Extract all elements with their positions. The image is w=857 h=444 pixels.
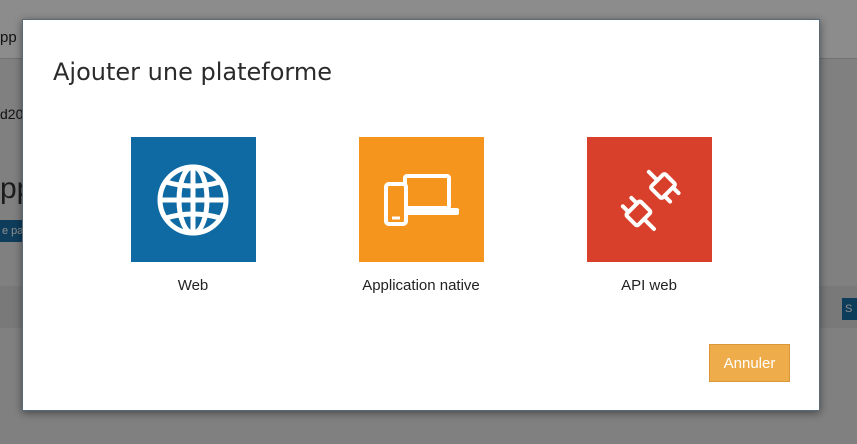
dialog-title: Ajouter une plateforme bbox=[53, 58, 332, 86]
platform-web-option[interactable]: Web bbox=[103, 137, 283, 294]
globe-icon bbox=[157, 164, 229, 235]
platform-web-tile[interactable] bbox=[130, 137, 256, 262]
platform-native-app-option[interactable]: Application native bbox=[331, 137, 511, 294]
platform-native-app-label: Application native bbox=[362, 277, 480, 294]
add-platform-dialog: Ajouter une plateforme Web Application n… bbox=[22, 19, 820, 411]
platform-web-api-tile[interactable] bbox=[586, 137, 712, 262]
platform-native-app-tile[interactable] bbox=[358, 137, 484, 262]
devices-icon bbox=[384, 173, 459, 226]
cancel-button[interactable]: Annuler bbox=[709, 344, 790, 382]
platform-web-api-option[interactable]: API web bbox=[559, 137, 739, 294]
platform-web-api-label: API web bbox=[621, 277, 677, 294]
platform-web-label: Web bbox=[177, 277, 209, 294]
plug-icon bbox=[620, 169, 681, 231]
platform-list: Web Application native API web bbox=[23, 137, 819, 307]
